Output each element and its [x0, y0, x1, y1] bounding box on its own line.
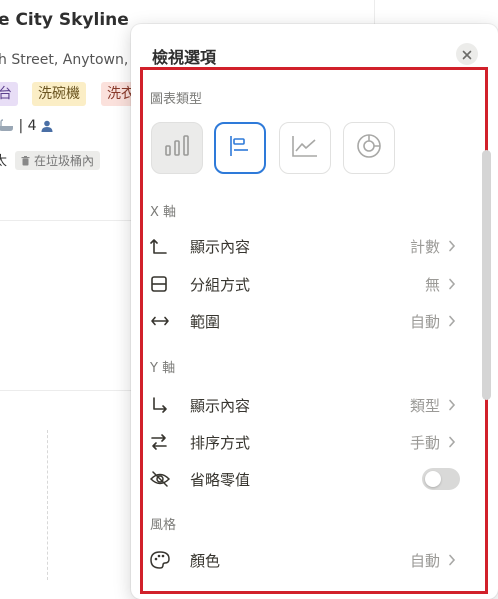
person-icon	[41, 120, 53, 132]
owner-row: 太 在垃圾桶內	[0, 150, 100, 170]
view-options-popup: 檢視選項 圖表類型 X 軸 顯示內容 計數 分組方式 無 範圍 自動 Y 軸 顯…	[131, 24, 498, 599]
meta-row: | 4	[0, 118, 53, 134]
style-label: 風格	[150, 518, 177, 533]
page-title: e City Skyline	[0, 10, 129, 30]
split-square-icon	[150, 274, 176, 294]
horizontal-bar-chart-icon	[228, 134, 252, 162]
x-axis-range-row[interactable]: 範圍 自動	[150, 306, 460, 336]
y-axis-show-row[interactable]: 顯示內容 類型	[150, 390, 460, 420]
row-value: 自動	[409, 312, 440, 331]
scrollbar[interactable]	[482, 150, 491, 400]
row-label: 顏色	[190, 551, 221, 570]
row-label: 分組方式	[190, 275, 251, 294]
address-text: h Street, Anytown, C	[0, 52, 143, 68]
y-axis-sort-row[interactable]: 排序方式 手動	[150, 427, 460, 457]
chevron-right-icon	[448, 554, 460, 566]
divider	[0, 390, 140, 391]
swap-arrows-icon	[150, 432, 176, 452]
tag: 台	[0, 82, 18, 106]
chart-type-vertical-bar[interactable]	[151, 122, 203, 174]
x-axis-group-row[interactable]: 分組方式 無	[150, 269, 460, 299]
row-label: 顯示內容	[190, 237, 251, 256]
style-color-row[interactable]: 顏色 自動	[150, 545, 460, 575]
divider	[47, 430, 48, 580]
bathtub-icon	[0, 118, 18, 134]
row-label: 排序方式	[190, 433, 251, 452]
row-value: 手動	[409, 433, 440, 452]
row-value: 無	[424, 275, 440, 294]
chart-type-line[interactable]	[279, 122, 331, 174]
turn-up-arrow-icon	[150, 236, 176, 256]
chevron-right-icon	[448, 315, 460, 327]
donut-chart-icon	[355, 132, 383, 164]
chevron-right-icon	[448, 240, 460, 252]
guest-count: | 4	[18, 118, 37, 134]
trash-icon	[21, 154, 34, 168]
tag: 洗碗機	[32, 82, 86, 106]
chevron-right-icon	[448, 278, 460, 290]
y-axis-label: Y 軸	[150, 361, 176, 376]
x-axis-label: X 軸	[150, 205, 177, 220]
row-value: 自動	[409, 551, 440, 570]
popup-title: 檢視選項	[152, 48, 217, 67]
trash-label: 在垃圾桶內	[33, 154, 94, 168]
palette-icon	[150, 550, 176, 570]
y-axis-omit-zero-row[interactable]: 省略零值	[150, 464, 460, 494]
row-label: 範圍	[190, 312, 221, 331]
horizontal-arrows-icon	[150, 311, 176, 331]
chevron-right-icon	[448, 399, 460, 411]
trash-badge: 在垃圾桶內	[15, 151, 100, 170]
row-label: 省略零值	[190, 470, 251, 489]
chart-type-horizontal-bar[interactable]	[214, 122, 266, 174]
chart-type-donut[interactable]	[343, 122, 395, 174]
turn-right-arrow-icon	[150, 395, 176, 415]
close-icon	[462, 45, 472, 64]
row-value: 計數	[409, 237, 440, 256]
row-value: 類型	[409, 396, 440, 415]
chart-type-label: 圖表類型	[150, 92, 203, 107]
line-chart-icon	[291, 134, 319, 162]
divider	[0, 220, 140, 221]
x-axis-show-row[interactable]: 顯示內容 計數	[150, 231, 460, 261]
toggle-knob	[425, 471, 441, 487]
omit-zero-toggle[interactable]	[422, 468, 460, 490]
close-button[interactable]	[456, 43, 478, 65]
vertical-bar-chart-icon	[163, 135, 191, 161]
chevron-right-icon	[448, 436, 460, 448]
eye-off-icon	[150, 469, 176, 489]
owner-name: 太	[0, 154, 8, 169]
row-label: 顯示內容	[190, 396, 251, 415]
